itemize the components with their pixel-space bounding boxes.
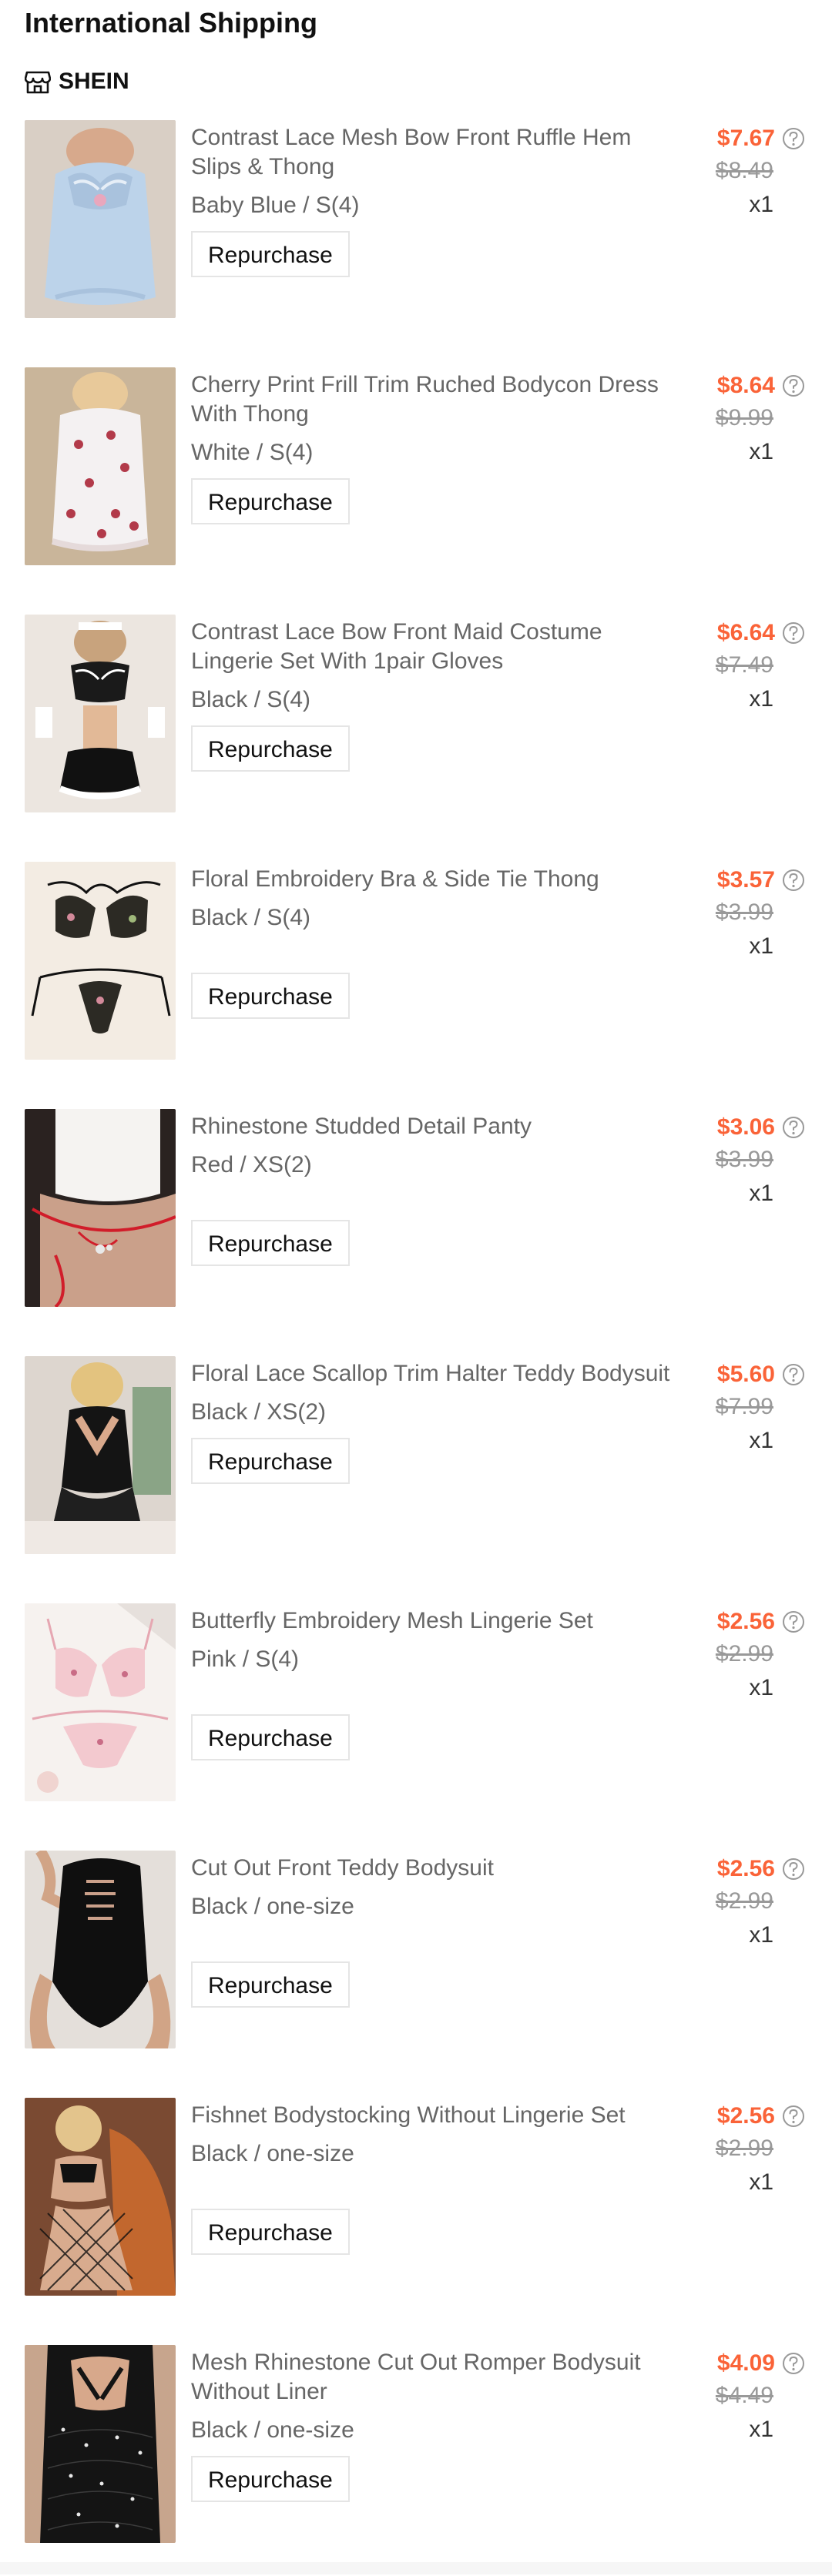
- product-variant: Black / S(4): [191, 687, 311, 712]
- original-price: $9.99: [715, 405, 773, 430]
- original-price: $8.49: [715, 158, 773, 183]
- product-item: Floral Lace Scallop Trim Halter Teddy Bo…: [0, 1356, 832, 1587]
- product-variant: White / S(4): [191, 440, 314, 465]
- product-item: Cherry Print Frill Trim Ruched Bodycon D…: [0, 367, 832, 598]
- product-name[interactable]: Floral Embroidery Bra & Side Tie Thong: [191, 865, 684, 894]
- bottom-divider: [0, 2562, 832, 2574]
- question-circle-icon[interactable]: [781, 2104, 806, 2129]
- product-name[interactable]: Contrast Lace Bow Front Maid Costume Lin…: [191, 618, 684, 676]
- question-circle-icon[interactable]: [781, 2351, 806, 2376]
- product-item: Floral Embroidery Bra & Side Tie Thong B…: [0, 862, 832, 1093]
- product-thumbnail[interactable]: [25, 120, 176, 318]
- question-circle-icon[interactable]: [781, 868, 806, 893]
- original-price: $3.99: [715, 899, 773, 925]
- product-thumbnail[interactable]: [25, 1109, 176, 1307]
- product-thumbnail[interactable]: [25, 2098, 176, 2296]
- order-items-page: International Shipping SHEIN Contrast La…: [0, 0, 832, 2574]
- repurchase-button[interactable]: Repurchase: [191, 1220, 350, 1266]
- repurchase-button[interactable]: Repurchase: [191, 1714, 350, 1760]
- original-price: $7.49: [715, 652, 773, 678]
- product-name[interactable]: Floral Lace Scallop Trim Halter Teddy Bo…: [191, 1359, 684, 1388]
- question-circle-icon[interactable]: [781, 1115, 806, 1140]
- sale-price: $6.64: [716, 620, 775, 645]
- quantity: x1: [749, 933, 773, 959]
- question-circle-icon[interactable]: [781, 126, 806, 151]
- product-item: Cut Out Front Teddy Bodysuit Black / one…: [0, 1851, 832, 2082]
- repurchase-button[interactable]: Repurchase: [191, 231, 350, 277]
- store-name: SHEIN: [59, 69, 129, 94]
- product-thumbnail[interactable]: [25, 862, 176, 1060]
- product-item: Contrast Lace Mesh Bow Front Ruffle Hem …: [0, 120, 832, 351]
- product-thumbnail[interactable]: [25, 1356, 176, 1554]
- original-price: $2.99: [715, 1641, 773, 1667]
- repurchase-button[interactable]: Repurchase: [191, 478, 350, 524]
- product-name[interactable]: Fishnet Bodystocking Without Lingerie Se…: [191, 2101, 684, 2130]
- product-name[interactable]: Contrast Lace Mesh Bow Front Ruffle Hem …: [191, 123, 684, 182]
- question-circle-icon[interactable]: [781, 1610, 806, 1634]
- repurchase-button[interactable]: Repurchase: [191, 973, 350, 1019]
- product-name[interactable]: Rhinestone Studded Detail Panty: [191, 1112, 684, 1141]
- quantity: x1: [749, 2169, 773, 2195]
- sale-price: $2.56: [716, 1609, 775, 1634]
- quantity: x1: [749, 1675, 773, 1700]
- quantity: x1: [749, 1428, 773, 1453]
- product-variant: Red / XS(2): [191, 1152, 312, 1177]
- question-circle-icon[interactable]: [781, 374, 806, 398]
- original-price: $2.99: [715, 2136, 773, 2161]
- product-variant: Pink / S(4): [191, 1646, 300, 1672]
- sale-price: $2.56: [716, 2103, 775, 2129]
- product-item: Mesh Rhinestone Cut Out Romper Bodysuit …: [0, 2345, 832, 2576]
- product-variant: Black / XS(2): [191, 1399, 327, 1425]
- quantity: x1: [749, 192, 773, 217]
- sale-price: $5.60: [716, 1362, 775, 1387]
- question-circle-icon[interactable]: [781, 621, 806, 645]
- product-variant: Black / one-size: [191, 2141, 354, 2166]
- product-name[interactable]: Butterfly Embroidery Mesh Lingerie Set: [191, 1606, 684, 1636]
- sale-price: $8.64: [716, 373, 775, 398]
- repurchase-button[interactable]: Repurchase: [191, 1961, 350, 2008]
- product-item: Contrast Lace Bow Front Maid Costume Lin…: [0, 615, 832, 846]
- product-item: Fishnet Bodystocking Without Lingerie Se…: [0, 2098, 832, 2329]
- product-item: Butterfly Embroidery Mesh Lingerie Set P…: [0, 1603, 832, 1834]
- repurchase-button[interactable]: Repurchase: [191, 2209, 350, 2255]
- product-variant: Baby Blue / S(4): [191, 193, 360, 218]
- product-thumbnail[interactable]: [25, 2345, 176, 2543]
- quantity: x1: [749, 1181, 773, 1206]
- sale-price: $3.57: [716, 867, 775, 893]
- original-price: $4.49: [715, 2383, 773, 2408]
- product-thumbnail[interactable]: [25, 615, 176, 812]
- original-price: $2.99: [715, 1888, 773, 1914]
- product-thumbnail[interactable]: [25, 1603, 176, 1801]
- product-name[interactable]: Cherry Print Frill Trim Ruched Bodycon D…: [191, 370, 684, 429]
- product-name[interactable]: Mesh Rhinestone Cut Out Romper Bodysuit …: [191, 2348, 684, 2407]
- product-variant: Black / one-size: [191, 1894, 354, 1919]
- store-icon: [24, 69, 52, 94]
- product-thumbnail[interactable]: [25, 367, 176, 565]
- product-name[interactable]: Cut Out Front Teddy Bodysuit: [191, 1854, 684, 1883]
- repurchase-button[interactable]: Repurchase: [191, 725, 350, 772]
- product-variant: Black / S(4): [191, 905, 311, 930]
- store-header[interactable]: SHEIN: [24, 66, 129, 97]
- sale-price: $2.56: [716, 1856, 775, 1881]
- repurchase-button[interactable]: Repurchase: [191, 1438, 350, 1484]
- sale-price: $3.06: [716, 1114, 775, 1140]
- original-price: $7.99: [715, 1394, 773, 1419]
- product-item: Rhinestone Studded Detail Panty Red / XS…: [0, 1109, 832, 1340]
- quantity: x1: [749, 2417, 773, 2442]
- original-price: $3.99: [715, 1147, 773, 1172]
- quantity: x1: [749, 439, 773, 464]
- product-variant: Black / one-size: [191, 2417, 354, 2443]
- sale-price: $7.67: [716, 126, 775, 151]
- question-circle-icon[interactable]: [781, 1857, 806, 1881]
- quantity: x1: [749, 686, 773, 712]
- section-title: International Shipping: [25, 7, 317, 39]
- quantity: x1: [749, 1922, 773, 1948]
- product-thumbnail[interactable]: [25, 1851, 176, 2048]
- repurchase-button[interactable]: Repurchase: [191, 2456, 350, 2502]
- sale-price: $4.09: [716, 2350, 775, 2376]
- question-circle-icon[interactable]: [781, 1362, 806, 1387]
